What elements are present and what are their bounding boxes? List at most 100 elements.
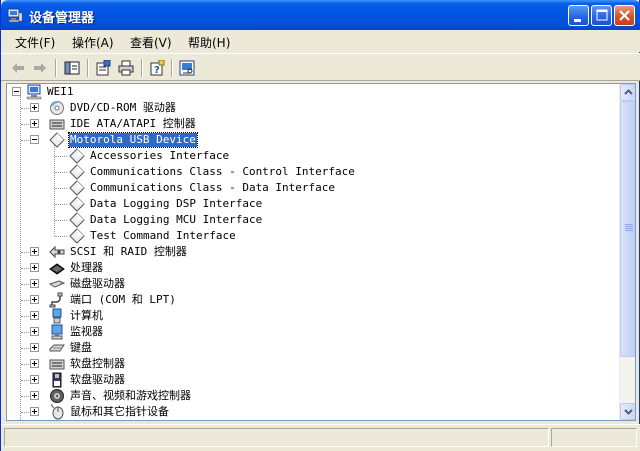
tree-node-label: DVD/CD-ROM 驱动器 bbox=[70, 101, 176, 114]
print-button[interactable] bbox=[115, 58, 137, 78]
tree-child-row[interactable]: Accessories Interface bbox=[7, 148, 607, 164]
expand-toggle[interactable] bbox=[30, 279, 39, 288]
expand-toggle[interactable] bbox=[30, 311, 39, 320]
computer-icon bbox=[26, 84, 42, 100]
tree-node-label: 声音、视频和游戏控制器 bbox=[70, 389, 191, 402]
tree-node-label-selected: Motorola USB Device bbox=[68, 132, 198, 148]
toolbar-separator bbox=[141, 59, 143, 77]
status-panel-secondary bbox=[551, 428, 637, 447]
tree-root-row[interactable]: WEI1 bbox=[7, 84, 607, 100]
tree-node-keyboard[interactable]: 键盘 bbox=[7, 340, 607, 356]
tree-node-computer[interactable]: 计算机 bbox=[7, 308, 607, 324]
close-icon bbox=[619, 10, 630, 21]
menu-view[interactable]: 查看(V) bbox=[130, 34, 172, 51]
status-bar bbox=[1, 424, 640, 451]
scroll-up-button[interactable] bbox=[620, 84, 635, 101]
collapse-toggle[interactable] bbox=[12, 87, 21, 96]
help-button[interactable]: ? bbox=[146, 58, 168, 78]
toolbar-separator bbox=[171, 59, 173, 77]
tree-node-dvd[interactable]: DVD/CD-ROM 驱动器 bbox=[7, 100, 607, 116]
tree-node-scsi[interactable]: SCSI 和 RAID 控制器 bbox=[7, 244, 607, 260]
toolbar-separator bbox=[87, 59, 89, 77]
maximize-button[interactable] bbox=[591, 5, 612, 26]
tree-node-label: 软盘驱动器 bbox=[70, 373, 125, 386]
tree-child-label: Accessories Interface bbox=[90, 149, 230, 162]
tree-child-label: Data Logging DSP Interface bbox=[90, 197, 263, 210]
mouse-icon bbox=[49, 403, 65, 420]
scroll-down-button[interactable] bbox=[620, 403, 635, 420]
maximize-icon bbox=[596, 9, 608, 21]
expand-toggle[interactable] bbox=[30, 391, 39, 400]
processor-icon bbox=[49, 260, 65, 276]
title-bar[interactable]: 设备管理器 bbox=[1, 0, 640, 30]
expand-toggle[interactable] bbox=[30, 263, 39, 272]
tree-node-floppy-controller[interactable]: 软盘控制器 bbox=[7, 356, 607, 372]
svg-text:?: ? bbox=[154, 65, 160, 76]
menu-file[interactable]: 文件(F) bbox=[15, 34, 55, 51]
help-icon: ? bbox=[150, 60, 165, 76]
expand-toggle[interactable] bbox=[30, 103, 39, 112]
tree-node-mouse[interactable]: 鼠标和其它指针设备 bbox=[7, 403, 607, 420]
minimize-icon bbox=[574, 19, 581, 22]
forward-arrow-icon bbox=[34, 63, 46, 73]
expand-toggle[interactable] bbox=[30, 359, 39, 368]
tree-child-row[interactable]: Data Logging DSP Interface bbox=[7, 196, 607, 212]
expand-toggle[interactable] bbox=[30, 343, 39, 352]
toolbar-separator bbox=[55, 59, 57, 77]
expand-toggle[interactable] bbox=[30, 247, 39, 256]
scan-hardware-button[interactable] bbox=[176, 58, 198, 78]
collapse-toggle[interactable] bbox=[30, 135, 39, 144]
show-hide-tree-button[interactable] bbox=[61, 58, 83, 78]
tree-child-row[interactable]: Communications Class - Control Interface bbox=[7, 164, 607, 180]
tree-node-label: 键盘 bbox=[70, 341, 92, 354]
tree-child-label: Data Logging MCU Interface bbox=[90, 213, 263, 226]
properties-button[interactable] bbox=[92, 58, 114, 78]
tree-node-monitor[interactable]: 监视器 bbox=[7, 324, 607, 340]
tree-connector-line bbox=[55, 204, 67, 205]
minimize-button[interactable] bbox=[568, 5, 589, 26]
tree-connector-line bbox=[55, 172, 67, 173]
scroll-grip bbox=[625, 228, 633, 229]
usb-interface-diamond-icon bbox=[69, 196, 85, 212]
tree-node-motorola[interactable]: Motorola USB Device bbox=[7, 132, 607, 148]
expand-toggle[interactable] bbox=[30, 375, 39, 384]
tree-child-row[interactable]: Data Logging MCU Interface bbox=[7, 212, 607, 228]
tree-node-label: 鼠标和其它指针设备 bbox=[70, 405, 169, 418]
tree-node-sound[interactable]: 声音、视频和游戏控制器 bbox=[7, 388, 607, 404]
menu-help[interactable]: 帮助(H) bbox=[188, 34, 230, 51]
usb-interface-diamond-icon bbox=[69, 164, 85, 180]
scan-hardware-icon bbox=[179, 60, 195, 76]
tree-node-label: 端口 (COM 和 LPT) bbox=[70, 293, 176, 306]
back-button[interactable] bbox=[7, 58, 29, 78]
forward-button[interactable] bbox=[29, 58, 51, 78]
computer-small-icon bbox=[49, 308, 65, 324]
usb-interface-diamond-icon bbox=[69, 212, 85, 228]
tree-node-ports[interactable]: 端口 (COM 和 LPT) bbox=[7, 292, 607, 308]
tree-node-processor[interactable]: 处理器 bbox=[7, 260, 607, 276]
vertical-scrollbar[interactable] bbox=[619, 84, 635, 420]
close-button[interactable] bbox=[614, 5, 635, 26]
properties-icon bbox=[96, 60, 111, 76]
sound-icon bbox=[49, 388, 65, 404]
menu-action[interactable]: 操作(A) bbox=[72, 34, 114, 51]
port-icon bbox=[49, 292, 65, 308]
tree-node-label: 软盘控制器 bbox=[70, 357, 125, 370]
floppy-drive-icon bbox=[49, 372, 65, 388]
tree-child-row[interactable]: Communications Class - Data Interface bbox=[7, 180, 607, 196]
device-manager-window: 设备管理器 文件(F) 操作(A) 查看(V) 帮助(H) ? WEI1 DVD… bbox=[0, 0, 640, 451]
tree-node-ide[interactable]: IDE ATA/ATAPI 控制器 bbox=[7, 116, 607, 132]
usb-interface-diamond-icon bbox=[69, 148, 85, 164]
scroll-down-arrow-icon bbox=[624, 409, 633, 415]
expand-toggle[interactable] bbox=[30, 407, 39, 416]
device-tree[interactable]: WEI1 DVD/CD-ROM 驱动器 IDE ATA/ATAPI 控制器 Mo… bbox=[6, 83, 636, 421]
tree-node-disk[interactable]: 磁盘驱动器 bbox=[7, 276, 607, 292]
disk-drive-icon bbox=[48, 276, 66, 292]
scroll-thumb[interactable] bbox=[620, 101, 635, 357]
show-hide-console-tree-icon bbox=[64, 61, 80, 75]
usb-device-diamond-icon bbox=[49, 132, 65, 148]
expand-toggle[interactable] bbox=[30, 119, 39, 128]
tree-child-row[interactable]: Test Command Interface bbox=[7, 228, 607, 244]
tree-node-floppy-drive[interactable]: 软盘驱动器 bbox=[7, 372, 607, 388]
expand-toggle[interactable] bbox=[30, 327, 39, 336]
expand-toggle[interactable] bbox=[30, 295, 39, 304]
